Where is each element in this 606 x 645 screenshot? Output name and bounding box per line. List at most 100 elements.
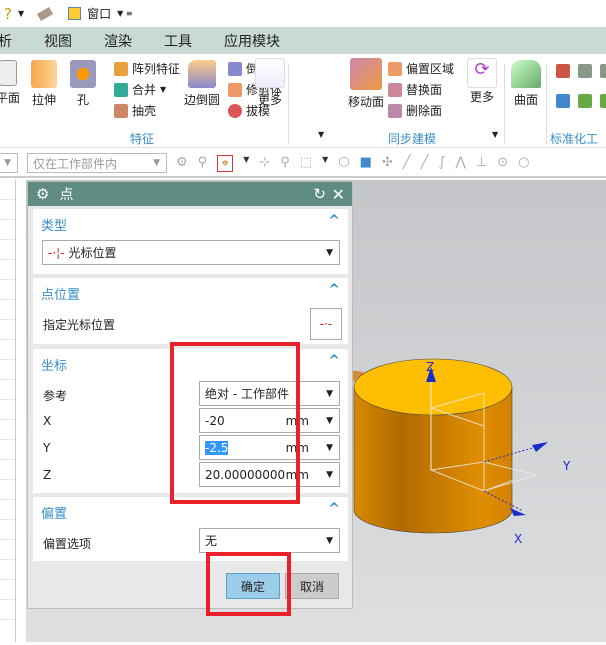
point-location-section: 点位置 ^ 指定光标位置 -·-: [33, 278, 348, 344]
menu-view[interactable]: 视图: [44, 31, 72, 51]
dialog-title: 点: [59, 187, 74, 203]
offset-option-label: 偏置选项: [43, 537, 92, 551]
type-select[interactable]: -·¦- 光标位置 ▼: [42, 240, 340, 265]
cursor-snap-icon[interactable]: ⌖: [217, 155, 234, 172]
delete-face-button[interactable]: 删除面: [388, 102, 442, 119]
chamfer-icon: [228, 61, 242, 76]
axis-label-z: Z: [426, 360, 434, 374]
perp-icon[interactable]: ⊥: [476, 155, 487, 172]
replace-face-button[interactable]: 替换面: [388, 81, 442, 98]
edge-blend-icon: [188, 60, 216, 88]
resource-list[interactable]: [0, 180, 16, 642]
group-label-sync: 同步建模: [388, 132, 437, 146]
y-label: Y: [43, 441, 51, 455]
plane-icon: [0, 60, 17, 86]
menu-tools[interactable]: 工具: [164, 31, 192, 51]
circle-icon[interactable]: ○: [518, 155, 529, 172]
hole-button[interactable]: 孔: [66, 60, 100, 108]
pattern-feature-button[interactable]: 阵列特征: [114, 60, 180, 77]
type-filter[interactable]: ▼: [0, 153, 18, 173]
group-expand-icon[interactable]: ▼: [318, 130, 324, 139]
section-header[interactable]: 类型: [41, 215, 67, 234]
offset-region-icon: [388, 61, 402, 76]
highlight-box-ok: [206, 552, 291, 616]
spline-icon[interactable]: ⋀: [455, 155, 466, 172]
specify-cursor-button[interactable]: -·-: [310, 308, 342, 340]
snap-icon[interactable]: ⬡: [338, 155, 349, 172]
reference-label: 参考: [43, 389, 68, 403]
line-icon[interactable]: ╱: [403, 155, 411, 172]
help-icon[interactable]: ?: [4, 5, 12, 23]
snap-icon[interactable]: ⚙: [176, 155, 188, 172]
section-header[interactable]: 点位置: [41, 284, 80, 303]
collapse-icon[interactable]: ^: [328, 213, 340, 229]
pattern-icon: [114, 61, 128, 76]
snap-icon[interactable]: ⊹: [259, 155, 270, 172]
box-select-icon[interactable]: ⬚: [300, 155, 312, 172]
extrude-button[interactable]: 拉伸: [26, 60, 62, 108]
snap-icon[interactable]: ⚲: [198, 155, 208, 172]
hole-icon: [70, 60, 96, 88]
dropdown-icon[interactable]: ▼: [18, 9, 24, 18]
snap-icon[interactable]: ⚲: [280, 155, 290, 172]
section-header[interactable]: 偏置: [41, 503, 67, 522]
ribbon: 平面 拉伸 孔 阵列特征 合并▼ 抽壳 边倒圆 倒斜角 修剪体 拔模 更多 移动…: [0, 54, 606, 163]
dialog-title-bar[interactable]: ⚙ 点 ↻ ✕: [28, 182, 352, 206]
unite-icon: [114, 82, 128, 97]
tool-icon[interactable]: [556, 64, 570, 78]
group-expand-icon[interactable]: ▼: [492, 130, 498, 139]
cancel-button[interactable]: 取消: [285, 573, 339, 599]
close-icon[interactable]: ✕: [332, 185, 345, 204]
delete-face-icon: [388, 103, 402, 118]
offset-region-button[interactable]: 偏置区域: [388, 60, 454, 77]
snap-icon[interactable]: ✣: [382, 155, 393, 172]
replace-face-icon: [388, 82, 402, 97]
surface-button[interactable]: 曲面: [508, 60, 544, 108]
collapse-icon[interactable]: ^: [328, 282, 340, 298]
center-icon[interactable]: ⊙: [497, 155, 508, 172]
menu-application[interactable]: 应用模块: [224, 31, 280, 51]
more-sync-button[interactable]: ⟳ 更多: [464, 58, 500, 105]
collapse-icon[interactable]: ^: [328, 501, 340, 517]
move-face-icon: [350, 58, 382, 90]
standard-tools-2: [556, 94, 606, 108]
line-icon[interactable]: ╱: [421, 155, 429, 172]
tool-icon[interactable]: [600, 64, 606, 78]
curve-icon[interactable]: ∫: [438, 155, 445, 172]
tool-icon[interactable]: [578, 64, 592, 78]
axis-label-x: X: [514, 532, 522, 546]
offset-option-select[interactable]: 无 ▼: [199, 528, 340, 553]
scope-filter[interactable]: 仅在工作部件内 ▼: [27, 153, 167, 173]
section-header[interactable]: 坐标: [41, 355, 67, 374]
collapse-icon[interactable]: ^: [328, 353, 340, 369]
unite-button[interactable]: 合并 ▼: [114, 81, 166, 98]
selection-toolbar: ▼ 仅在工作部件内 ▼ ⚙ ⚲ ⌖ ▼ ⊹ ⚲ ⬚ ▼ ⬡ ■ ✣ ╱ ╱ ∫ ⋀ ⊥ ⊙ ○: [0, 150, 606, 178]
unit-dropdown[interactable]: ▼: [326, 443, 333, 453]
brush-icon[interactable]: [37, 6, 54, 21]
tool-icon[interactable]: [600, 94, 606, 108]
menu-render[interactable]: 渲染: [104, 31, 132, 51]
tool-icon[interactable]: [578, 94, 592, 108]
more-features-button[interactable]: 更多: [252, 58, 288, 108]
menu-analysis[interactable]: 析: [0, 31, 12, 51]
x-label: X: [43, 414, 52, 428]
unit-dropdown[interactable]: ▼: [326, 470, 333, 480]
reset-icon[interactable]: ↻: [313, 185, 326, 203]
window-menu[interactable]: 窗口: [87, 5, 111, 22]
quick-access-toolbar: ? ▼ 窗口 ▼ ≡: [0, 0, 606, 27]
datum-plane-button[interactable]: 平面: [0, 60, 22, 106]
cube-icon[interactable]: ■: [360, 155, 372, 172]
more-icon: [255, 58, 285, 88]
edge-blend-button[interactable]: 边倒圆: [182, 60, 222, 108]
trim-body-icon: [228, 82, 242, 97]
extrude-icon: [31, 60, 57, 88]
dropdown-icon[interactable]: ▼ ≡: [117, 9, 132, 18]
tool-icon[interactable]: [556, 94, 570, 108]
unit-dropdown[interactable]: ▼: [326, 416, 333, 426]
offset-section: 偏置 ^ 偏置选项 无 ▼: [33, 497, 348, 561]
draft-icon: [228, 103, 242, 118]
move-face-button[interactable]: 移动面: [344, 58, 388, 110]
gear-icon[interactable]: ⚙: [36, 185, 49, 203]
shell-button[interactable]: 抽壳: [114, 102, 156, 119]
shell-icon: [114, 103, 128, 118]
